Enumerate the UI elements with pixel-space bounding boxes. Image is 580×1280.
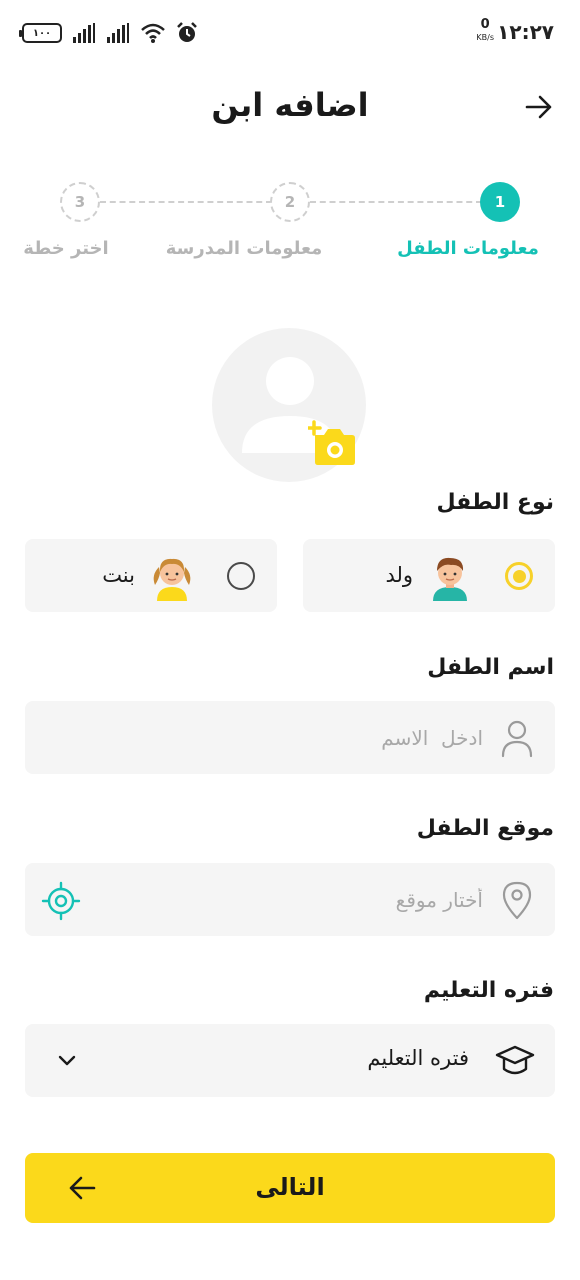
step-3-label: اختر خطة [23, 238, 109, 259]
study-period-value: فتره التعليم [367, 1046, 469, 1070]
radio-selected[interactable] [505, 562, 533, 590]
step-connector [310, 201, 482, 203]
gender-option-label: ولد [385, 563, 413, 587]
step-connector [100, 201, 272, 203]
boy-icon [433, 557, 467, 601]
girl-icon [153, 558, 191, 601]
network-speed-unit: KB/s [476, 33, 494, 42]
step-2-number: 2 [284, 193, 296, 211]
study-period-select[interactable]: فتره التعليم [25, 1024, 555, 1097]
step-1-label: معلومات الطفل [397, 238, 539, 259]
wifi-icon [141, 23, 165, 43]
gender-option-label: بنت [102, 563, 135, 587]
location-input[interactable] [83, 863, 483, 936]
network-speed-value: 0 [480, 17, 490, 32]
gender-option-boy[interactable]: ولد [303, 539, 555, 612]
step-3-number: 3 [74, 193, 86, 211]
step-1-circle: 1 [480, 182, 520, 222]
step-2-circle: 2 [270, 182, 310, 222]
status-icons: ١٠٠ [19, 20, 198, 46]
user-icon [501, 720, 533, 758]
battery-level: ١٠٠ [32, 27, 52, 39]
location-field [25, 863, 555, 936]
study-period-label: فتره التعليم [423, 978, 554, 1003]
network-speed: 0 KB/s [476, 17, 494, 43]
step-1-number: 1 [494, 193, 506, 211]
battery-icon: ١٠٠ [19, 23, 62, 43]
location-label: موقع الطفل [416, 816, 554, 841]
signal-icon-2 [107, 23, 129, 43]
signal-icon [73, 23, 95, 43]
status-bar: ١٠٠ 0 KB/s ١٢:٢٧ [0, 0, 580, 70]
avatar-upload[interactable] [212, 328, 368, 484]
header: اضافه ابن [0, 78, 580, 142]
stepper: 1 2 3 معلومات الطفل معلومات المدرسة اختر… [0, 180, 580, 270]
status-time: ١٢:٢٧ [497, 20, 554, 44]
gender-option-girl[interactable]: بنت [25, 539, 277, 612]
location-pin-icon [502, 881, 532, 920]
page-title: اضافه ابن [211, 86, 369, 124]
radio-unselected[interactable] [227, 562, 255, 590]
arrow-left-icon [69, 1176, 96, 1200]
step-2-label: معلومات المدرسة [165, 238, 323, 259]
chevron-down-icon [58, 1055, 76, 1066]
graduation-cap-icon [495, 1045, 535, 1075]
step-3-circle: 3 [60, 182, 100, 222]
gps-target-icon[interactable] [41, 881, 81, 921]
next-button-label: التالى [255, 1173, 325, 1201]
gender-label: نوع الطفل [436, 490, 554, 515]
child-name-field [25, 701, 555, 774]
arrow-right-icon[interactable] [524, 92, 554, 122]
child-name-input[interactable] [83, 701, 483, 774]
next-button[interactable]: التالى [25, 1153, 555, 1223]
child-name-label: اسم الطفل [427, 655, 554, 680]
add-camera-icon[interactable] [308, 420, 356, 468]
alarm-icon [177, 22, 197, 42]
